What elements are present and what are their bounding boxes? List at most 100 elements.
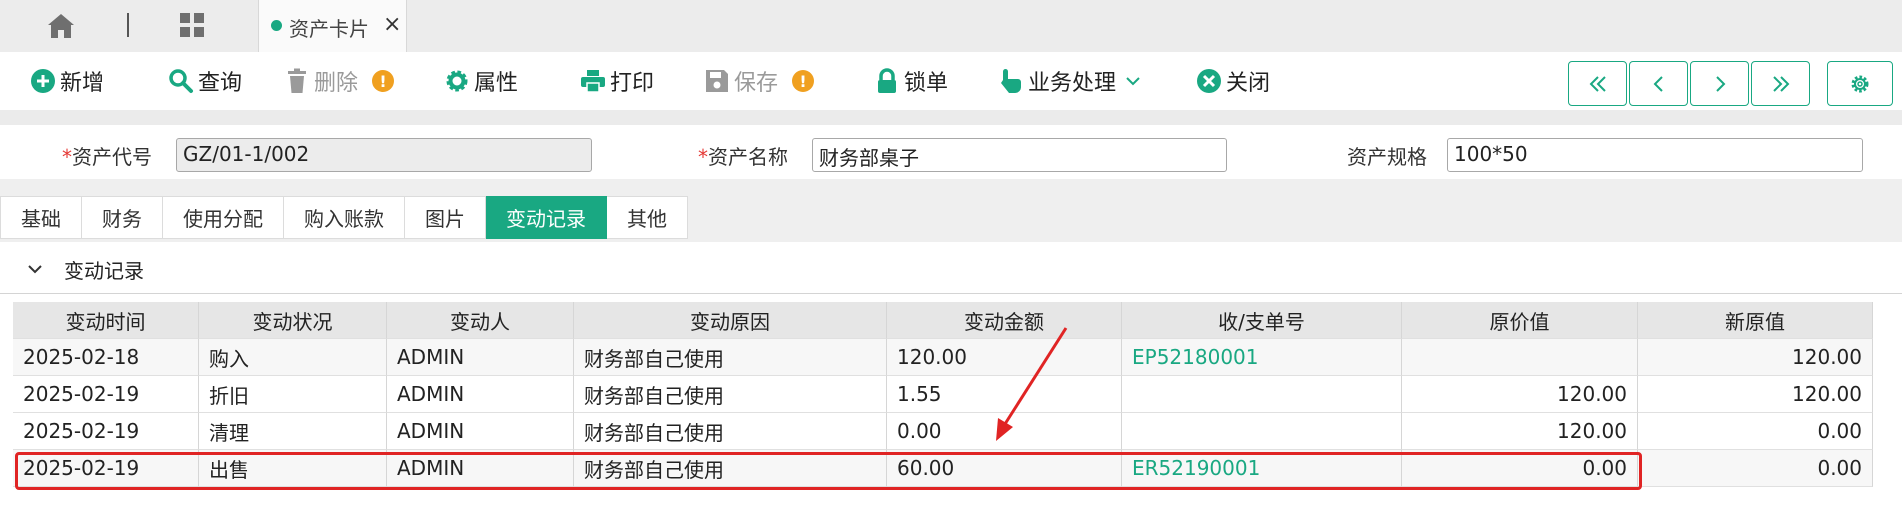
cell-original-value bbox=[1402, 339, 1638, 376]
properties-button-label: 属性 bbox=[474, 71, 519, 96]
gear-icon bbox=[446, 70, 468, 92]
chevron-right-icon bbox=[1715, 75, 1725, 92]
search-icon bbox=[169, 69, 193, 93]
col-header-reason[interactable]: 变动原因 bbox=[574, 302, 887, 339]
cell-amount: 120.00 bbox=[887, 339, 1122, 376]
print-button[interactable]: 打印 bbox=[580, 66, 654, 96]
table-row[interactable]: 2025-02-19 清理 ADMIN 财务部自己使用 0.00 120.00 … bbox=[13, 413, 1873, 450]
col-header-original-value[interactable]: 原价值 bbox=[1402, 302, 1638, 339]
cell-status: 购入 bbox=[199, 339, 387, 376]
table-row[interactable]: 2025-02-19 折旧 ADMIN 财务部自己使用 1.55 120.00 … bbox=[13, 376, 1873, 413]
asset-code-field[interactable]: GZ/01-1/002 bbox=[176, 138, 592, 172]
lock-icon bbox=[878, 68, 896, 93]
double-chevron-left-icon bbox=[1589, 75, 1606, 92]
save-button-label: 保存 bbox=[734, 71, 779, 96]
col-header-voucher[interactable]: 收/支单号 bbox=[1122, 302, 1402, 339]
cell-new-value: 120.00 bbox=[1638, 376, 1873, 413]
first-record-button[interactable] bbox=[1568, 61, 1627, 106]
cell-time: 2025-02-18 bbox=[13, 339, 199, 376]
save-button[interactable]: 保存 ! bbox=[704, 66, 815, 96]
cell-status: 折旧 bbox=[199, 376, 387, 413]
add-button[interactable]: 新增 bbox=[30, 66, 104, 96]
cell-person: ADMIN bbox=[387, 413, 574, 450]
tab-finance[interactable]: 财务 bbox=[82, 196, 163, 239]
window-tab-bar: 资产卡片 × bbox=[0, 0, 1902, 52]
cell-time: 2025-02-19 bbox=[13, 376, 199, 413]
tab-images[interactable]: 图片 bbox=[405, 196, 486, 239]
delete-warning-icon: ! bbox=[372, 70, 395, 92]
cell-voucher-link[interactable]: EP52180001 bbox=[1122, 339, 1402, 376]
cell-time: 2025-02-19 bbox=[13, 413, 199, 450]
change-records-section-header[interactable]: 变动记录 bbox=[0, 242, 1902, 294]
previous-record-button[interactable] bbox=[1629, 61, 1688, 106]
collapse-chevron-icon[interactable] bbox=[26, 260, 44, 278]
next-record-button[interactable] bbox=[1690, 61, 1749, 106]
last-record-button[interactable] bbox=[1751, 61, 1810, 106]
toolbar: 新增 查询 删除 ! 属性 打印 保存 ! 锁单 业务处理 关闭 bbox=[0, 52, 1902, 110]
asset-spec-field[interactable]: 100*50 bbox=[1447, 138, 1863, 172]
tab-other[interactable]: 其他 bbox=[607, 196, 688, 239]
section-title: 变动记录 bbox=[64, 259, 144, 283]
tab-purchase-payment[interactable]: 购入账款 bbox=[284, 196, 405, 239]
tab-basic[interactable]: 基础 bbox=[0, 196, 82, 239]
tab-change-records[interactable]: 变动记录 bbox=[486, 196, 607, 239]
asset-header-form: *资产代号 GZ/01-1/002 *资产名称 财务部桌子 资产规格 100*5… bbox=[0, 125, 1902, 179]
cell-new-value: 120.00 bbox=[1638, 339, 1873, 376]
tab-asset-card-label: 资产卡片 bbox=[289, 17, 369, 41]
printer-icon bbox=[581, 70, 605, 93]
query-button-label: 查询 bbox=[198, 71, 243, 96]
print-button-label: 打印 bbox=[610, 71, 655, 96]
close-button[interactable]: 关闭 bbox=[1196, 66, 1270, 96]
cell-original-value: 120.00 bbox=[1402, 413, 1638, 450]
chevron-down-icon bbox=[1126, 77, 1140, 86]
gear-icon bbox=[1851, 75, 1869, 92]
col-header-person[interactable]: 变动人 bbox=[387, 302, 574, 339]
asset-name-field[interactable]: 财务部桌子 bbox=[812, 138, 1227, 172]
trash-icon bbox=[288, 68, 306, 93]
pointer-hand-icon bbox=[1001, 69, 1021, 93]
lock-button[interactable]: 锁单 bbox=[874, 66, 948, 96]
toolbar-divider bbox=[0, 110, 1902, 125]
tab-asset-card[interactable]: 资产卡片 × bbox=[258, 0, 407, 52]
cell-original-value: 120.00 bbox=[1402, 376, 1638, 413]
cell-new-value: 0.00 bbox=[1638, 413, 1873, 450]
cell-status: 清理 bbox=[199, 413, 387, 450]
col-header-time[interactable]: 变动时间 bbox=[13, 302, 199, 339]
cell-amount: 0.00 bbox=[887, 413, 1122, 450]
close-button-label: 关闭 bbox=[1226, 71, 1271, 96]
col-header-status[interactable]: 变动状况 bbox=[199, 302, 387, 339]
cell-amount: 1.55 bbox=[887, 376, 1122, 413]
close-tab-icon[interactable]: × bbox=[383, 12, 401, 37]
grid-icon[interactable] bbox=[178, 11, 206, 39]
cell-new-value: 0.00 bbox=[1638, 450, 1873, 487]
double-chevron-right-icon bbox=[1772, 75, 1789, 92]
settings-button[interactable] bbox=[1827, 61, 1893, 106]
cell-voucher-link[interactable] bbox=[1122, 413, 1402, 450]
add-button-label: 新增 bbox=[60, 71, 105, 96]
highlight-box bbox=[15, 452, 1642, 490]
cell-reason: 财务部自己使用 bbox=[574, 376, 887, 413]
lock-button-label: 锁单 bbox=[904, 71, 949, 96]
detail-tabs: 基础 财务 使用分配 购入账款 图片 变动记录 其他 bbox=[0, 196, 688, 239]
query-button[interactable]: 查询 bbox=[168, 66, 242, 96]
col-header-amount[interactable]: 变动金额 bbox=[887, 302, 1122, 339]
business-dropdown-label: 业务处理 bbox=[1028, 71, 1117, 96]
asset-spec-label: 资产规格 bbox=[1347, 145, 1427, 169]
asset-code-label: *资产代号 bbox=[62, 145, 152, 169]
properties-button[interactable]: 属性 bbox=[444, 66, 518, 96]
table-row[interactable]: 2025-02-18 购入 ADMIN 财务部自己使用 120.00 EP521… bbox=[13, 339, 1873, 376]
business-dropdown[interactable]: 业务处理 bbox=[998, 66, 1146, 96]
cell-voucher-link[interactable] bbox=[1122, 376, 1402, 413]
cell-person: ADMIN bbox=[387, 376, 574, 413]
cell-reason: 财务部自己使用 bbox=[574, 413, 887, 450]
active-dot-icon bbox=[271, 20, 282, 31]
plus-circle-icon bbox=[31, 69, 55, 93]
table-header-row: 变动时间 变动状况 变动人 变动原因 变动金额 收/支单号 原价值 新原值 bbox=[13, 302, 1873, 339]
tab-usage-allocation[interactable]: 使用分配 bbox=[163, 196, 284, 239]
tab-separator bbox=[127, 13, 129, 37]
chevron-left-icon bbox=[1653, 75, 1663, 92]
home-icon[interactable] bbox=[46, 12, 76, 40]
asset-name-label: *资产名称 bbox=[698, 145, 788, 169]
delete-button[interactable]: 删除 ! bbox=[284, 66, 395, 96]
col-header-new-value[interactable]: 新原值 bbox=[1638, 302, 1873, 339]
